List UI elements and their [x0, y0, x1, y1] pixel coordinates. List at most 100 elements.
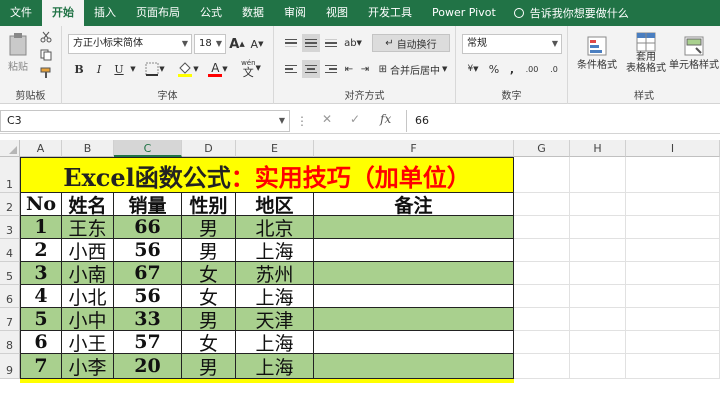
empty-cell[interactable] [514, 216, 570, 239]
data-cell[interactable]: 女 [182, 285, 236, 308]
wrap-text-button[interactable]: ↵ 自动换行 [372, 34, 450, 52]
empty-cell[interactable] [626, 216, 720, 239]
fill-color-button[interactable]: ▼ [174, 60, 202, 78]
row-header[interactable]: 1 [0, 157, 20, 193]
menu-tab[interactable]: 开发工具 [358, 0, 422, 26]
data-cell[interactable] [314, 262, 514, 285]
number-format-combo[interactable]: 常规 ▼ [462, 34, 562, 54]
borders-button[interactable]: ▼ [142, 60, 168, 78]
row-header[interactable]: 3 [0, 216, 20, 239]
empty-cell[interactable] [626, 285, 720, 308]
data-cell[interactable]: 王东 [62, 216, 114, 239]
data-cell[interactable]: 7 [20, 354, 62, 379]
column-header[interactable]: B [62, 140, 114, 157]
row-header[interactable]: 5 [0, 262, 20, 285]
data-cell[interactable]: 小北 [62, 285, 114, 308]
empty-cell[interactable] [514, 308, 570, 331]
grow-font-button[interactable]: A ▲ [228, 34, 246, 54]
increase-indent-icon[interactable]: ⇥ [358, 60, 372, 78]
data-cell[interactable]: 北京 [236, 216, 314, 239]
italic-button[interactable]: I [90, 60, 108, 78]
row-header[interactable]: 6 [0, 285, 20, 308]
empty-cell[interactable] [626, 331, 720, 354]
empty-cell[interactable] [570, 239, 626, 262]
data-cell[interactable]: 女 [182, 331, 236, 354]
align-top-icon[interactable] [282, 34, 300, 52]
data-cell[interactable]: 上海 [236, 285, 314, 308]
font-name-combo[interactable]: 方正小标宋简体 ▼ [68, 34, 192, 54]
data-cell[interactable]: 男 [182, 308, 236, 331]
paste-button[interactable]: 粘贴 [4, 30, 32, 74]
cell-styles-button[interactable]: 单元格样式 [668, 30, 720, 76]
conditional-formatting-button[interactable]: 条件格式 [572, 30, 622, 76]
data-cell[interactable]: 57 [114, 331, 182, 354]
menu-tab[interactable]: 审阅 [274, 0, 316, 26]
data-cell[interactable] [314, 308, 514, 331]
phonetic-button[interactable]: wén 文 ▼ [236, 58, 266, 78]
menu-tab[interactable]: 页面布局 [126, 0, 190, 26]
row-header[interactable]: 4 [0, 239, 20, 262]
data-cell[interactable] [314, 239, 514, 262]
tell-me-search[interactable]: 告诉我你想要做什么 [506, 5, 629, 21]
header-cell[interactable]: 性别 [182, 193, 236, 216]
empty-cell[interactable] [570, 308, 626, 331]
empty-cell[interactable] [514, 239, 570, 262]
data-cell[interactable]: 66 [114, 216, 182, 239]
empty-cell[interactable] [570, 157, 626, 193]
header-cell[interactable]: 备注 [314, 193, 514, 216]
row-header[interactable]: 7 [0, 308, 20, 331]
name-box[interactable]: C3 ▼ [0, 110, 290, 132]
menu-tab[interactable]: 插入 [84, 0, 126, 26]
font-color-button[interactable]: A ▼ [204, 60, 232, 78]
data-cell[interactable]: 1 [20, 216, 62, 239]
data-cell[interactable]: 小西 [62, 239, 114, 262]
data-cell[interactable]: 小李 [62, 354, 114, 379]
menu-tab[interactable]: 数据 [232, 0, 274, 26]
cut-icon[interactable] [38, 30, 54, 44]
data-cell[interactable] [314, 216, 514, 239]
data-cell[interactable]: 男 [182, 216, 236, 239]
row-header[interactable]: 2 [0, 193, 20, 216]
column-header[interactable]: F [314, 140, 514, 157]
data-cell[interactable]: 56 [114, 285, 182, 308]
empty-cell[interactable] [570, 216, 626, 239]
cancel-formula-button[interactable]: ✕ [322, 112, 332, 126]
data-cell[interactable]: 苏州 [236, 262, 314, 285]
data-cell[interactable]: 67 [114, 262, 182, 285]
data-cell[interactable]: 6 [20, 331, 62, 354]
data-cell[interactable]: 20 [114, 354, 182, 379]
header-cell[interactable]: No [20, 193, 62, 216]
column-header[interactable]: E [236, 140, 314, 157]
comma-button[interactable]: , [504, 60, 520, 78]
orientation-icon[interactable]: ab ▼ [342, 34, 364, 52]
column-header[interactable]: A [20, 140, 62, 157]
empty-cell[interactable] [626, 193, 720, 216]
data-cell[interactable] [314, 285, 514, 308]
menu-tab[interactable]: 视图 [316, 0, 358, 26]
copy-icon[interactable] [38, 48, 54, 62]
insert-function-button[interactable]: fx [380, 112, 391, 126]
empty-cell[interactable] [570, 331, 626, 354]
enter-formula-button[interactable]: ✓ [350, 112, 360, 126]
row-header[interactable]: 8 [0, 331, 20, 354]
bold-button[interactable]: B [70, 60, 88, 78]
percent-button[interactable]: % [486, 60, 502, 78]
empty-cell[interactable] [570, 193, 626, 216]
empty-cell[interactable] [570, 285, 626, 308]
data-cell[interactable]: 上海 [236, 239, 314, 262]
underline-button[interactable]: U [110, 60, 128, 78]
format-painter-icon[interactable] [38, 66, 54, 80]
column-header[interactable]: D [182, 140, 236, 157]
data-cell[interactable]: 小王 [62, 331, 114, 354]
empty-cell[interactable] [626, 308, 720, 331]
decrease-decimal-button[interactable]: .0 [544, 60, 564, 78]
empty-cell[interactable] [514, 262, 570, 285]
data-cell[interactable]: 小南 [62, 262, 114, 285]
currency-icon[interactable]: ¥ ▼ [462, 60, 484, 78]
empty-cell[interactable] [514, 331, 570, 354]
data-cell[interactable]: 5 [20, 308, 62, 331]
column-header[interactable]: I [626, 140, 720, 157]
align-middle-icon[interactable] [302, 34, 320, 52]
column-header[interactable]: G [514, 140, 570, 157]
header-cell[interactable]: 地区 [236, 193, 314, 216]
